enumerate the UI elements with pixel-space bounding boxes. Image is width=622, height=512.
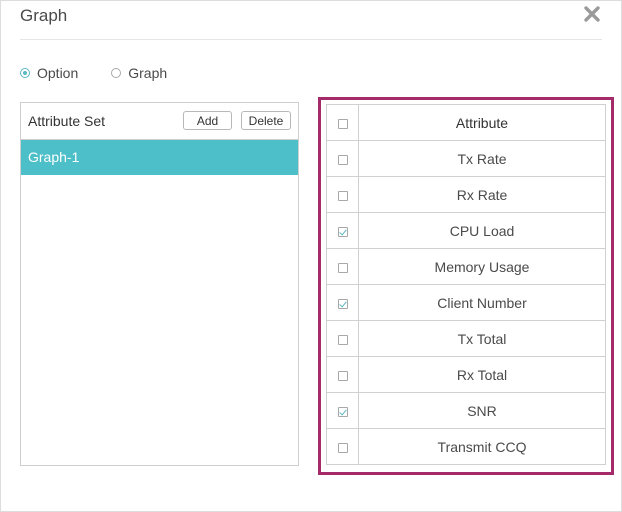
row-checkbox[interactable]	[337, 262, 348, 273]
attribute-label: Tx Total	[358, 320, 606, 357]
radio-graph[interactable]: Graph	[111, 65, 167, 81]
attribute-label: SNR	[358, 392, 606, 429]
row-checkbox[interactable]	[337, 334, 348, 345]
row-checkbox[interactable]	[337, 190, 348, 201]
graph-dialog: Graph Option Graph Attribute Set Add Del…	[0, 0, 622, 512]
delete-button[interactable]: Delete	[241, 111, 291, 130]
radio-option-indicator[interactable]	[20, 68, 30, 78]
dialog-title: Graph	[20, 6, 68, 25]
table-row: Rx Total	[326, 356, 606, 393]
select-all-checkbox[interactable]	[337, 118, 348, 129]
attribute-label: CPU Load	[358, 212, 606, 249]
attribute-column-header: Attribute	[358, 104, 606, 141]
row-checkbox[interactable]	[337, 298, 348, 309]
row-checkbox[interactable]	[337, 226, 348, 237]
attribute-table-header: Attribute	[326, 104, 606, 141]
attribute-label: Memory Usage	[358, 248, 606, 285]
title-divider	[20, 39, 602, 40]
attribute-set-header: Attribute Set Add Delete	[21, 103, 298, 140]
radio-option[interactable]: Option	[20, 65, 78, 81]
row-checkbox[interactable]	[337, 154, 348, 165]
row-checkbox[interactable]	[337, 406, 348, 417]
close-icon[interactable]	[583, 5, 601, 23]
table-row: Rx Rate	[326, 176, 606, 213]
attribute-table: Attribute Tx Rate Rx Rate CPU Load Memor…	[326, 104, 606, 465]
attribute-label: Client Number	[358, 284, 606, 321]
attribute-label: Rx Total	[358, 356, 606, 393]
table-row: SNR	[326, 392, 606, 429]
table-row: Tx Total	[326, 320, 606, 357]
mode-radio-group: Option Graph	[20, 65, 200, 81]
row-checkbox[interactable]	[337, 442, 348, 453]
attribute-label: Tx Rate	[358, 140, 606, 177]
attribute-table-panel: Attribute Tx Rate Rx Rate CPU Load Memor…	[318, 97, 614, 475]
table-row: Transmit CCQ	[326, 428, 606, 465]
table-row: Tx Rate	[326, 140, 606, 177]
select-all-cell	[326, 104, 359, 141]
table-row: CPU Load	[326, 212, 606, 249]
radio-option-label: Option	[37, 65, 79, 81]
radio-graph-label: Graph	[128, 65, 168, 81]
add-button[interactable]: Add	[183, 111, 232, 130]
row-checkbox[interactable]	[337, 370, 348, 381]
attribute-set-item[interactable]: Graph-1	[21, 140, 298, 175]
attribute-set-panel: Attribute Set Add Delete Graph-1	[20, 102, 299, 466]
radio-graph-indicator[interactable]	[111, 68, 122, 78]
attribute-label: Rx Rate	[358, 176, 606, 213]
table-row: Memory Usage	[326, 248, 606, 285]
table-row: Client Number	[326, 284, 606, 321]
attribute-label: Transmit CCQ	[358, 428, 606, 465]
attribute-set-title: Attribute Set	[28, 113, 106, 129]
